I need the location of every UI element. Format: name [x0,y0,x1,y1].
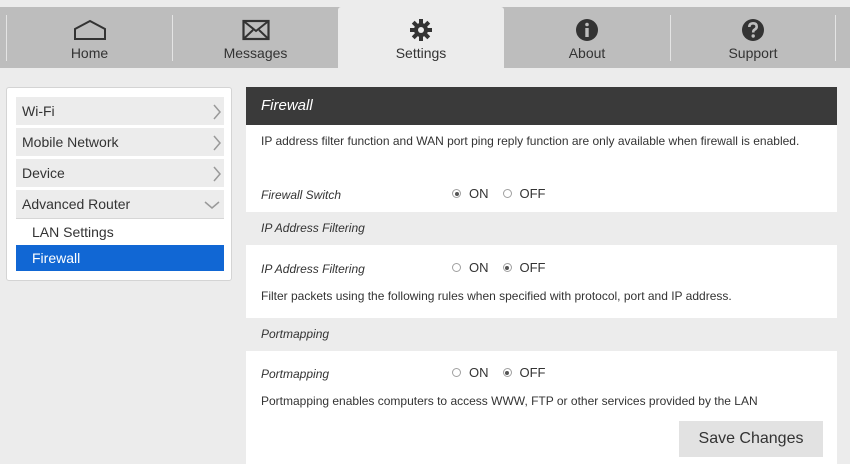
question-icon [741,16,765,44]
chevron-right-icon [212,102,222,130]
radio-label: ON [469,365,489,380]
tab-settings-label: Settings [395,45,447,61]
sidebar-subitem-label: LAN Settings [32,224,114,240]
settings-sidebar: Wi-Fi Mobile Network Device Advanced Rou… [6,87,232,281]
firewall-switch-on-radio[interactable]: ON [452,186,489,201]
sidebar-item-mobile-network[interactable]: Mobile Network [16,128,224,156]
tab-home[interactable]: Home [7,7,172,68]
info-icon [575,16,599,44]
page-title: Firewall [246,87,837,125]
sidebar-subitem-firewall[interactable]: Firewall [16,245,224,271]
tab-about[interactable]: About [504,7,670,68]
tab-settings[interactable]: Settings [338,7,504,68]
tab-messages[interactable]: Messages [173,7,338,68]
firewall-switch-label: Firewall Switch [261,188,342,202]
radio-label: OFF [519,186,546,201]
radio-label: ON [469,186,489,201]
portmapping-description: Portmapping enables computers to access … [261,394,758,408]
firewall-switch-off-radio[interactable]: OFF [502,186,546,201]
portmapping-label: Portmapping [261,367,330,381]
ip-filtering-on-radio[interactable]: ON [452,260,489,275]
home-icon [73,16,107,44]
gear-icon [409,16,433,44]
firewall-intro-text: IP address filter function and WAN port … [261,134,800,148]
radio-unselected-icon [452,368,461,377]
radio-selected-icon [502,263,512,272]
nav-divider [835,15,836,61]
radio-label: OFF [519,365,546,380]
sidebar-item-label: Device [22,165,65,181]
sidebar-item-device[interactable]: Device [16,159,224,187]
chevron-right-icon [212,164,222,192]
radio-selected-icon [502,368,512,377]
chevron-right-icon [212,133,222,161]
sidebar-subitem-label: Firewall [32,250,81,266]
tab-support[interactable]: Support [671,7,835,68]
portmapping-radio-group: ON OFF [452,365,546,380]
save-changes-button[interactable]: Save Changes [679,421,823,457]
sidebar-item-label: Mobile Network [22,134,119,150]
radio-unselected-icon [452,263,461,272]
sidebar-item-label: Advanced Router [22,196,131,212]
tab-home-label: Home [70,45,109,61]
section-header-ip-filtering: IP Address Filtering [246,212,837,245]
radio-unselected-icon [502,189,512,198]
sidebar-item-advanced-router[interactable]: Advanced Router [16,190,224,218]
section-header-portmapping: Portmapping [246,318,837,351]
tab-about-label: About [568,45,606,61]
ip-filtering-label: IP Address Filtering [261,262,365,276]
tab-support-label: Support [728,45,778,61]
firewall-panel: Firewall IP address filter function and … [246,87,837,464]
sidebar-item-label: Wi-Fi [22,103,55,119]
tab-messages-label: Messages [223,45,288,61]
radio-label: ON [469,260,489,275]
portmapping-on-radio[interactable]: ON [452,365,489,380]
radio-label: OFF [519,260,546,275]
sidebar-subitem-lan-settings[interactable]: LAN Settings [16,219,224,245]
radio-selected-icon [452,189,461,198]
sidebar-item-wifi[interactable]: Wi-Fi [16,97,224,125]
ip-filtering-radio-group: ON OFF [452,260,546,275]
firewall-switch-radio-group: ON OFF [452,186,546,201]
envelope-icon [241,16,270,44]
top-navigation: Home Messages Settings About Support [0,7,850,68]
ip-filtering-description: Filter packets using the following rules… [261,289,732,303]
portmapping-off-radio[interactable]: OFF [502,365,546,380]
ip-filtering-off-radio[interactable]: OFF [502,260,546,275]
